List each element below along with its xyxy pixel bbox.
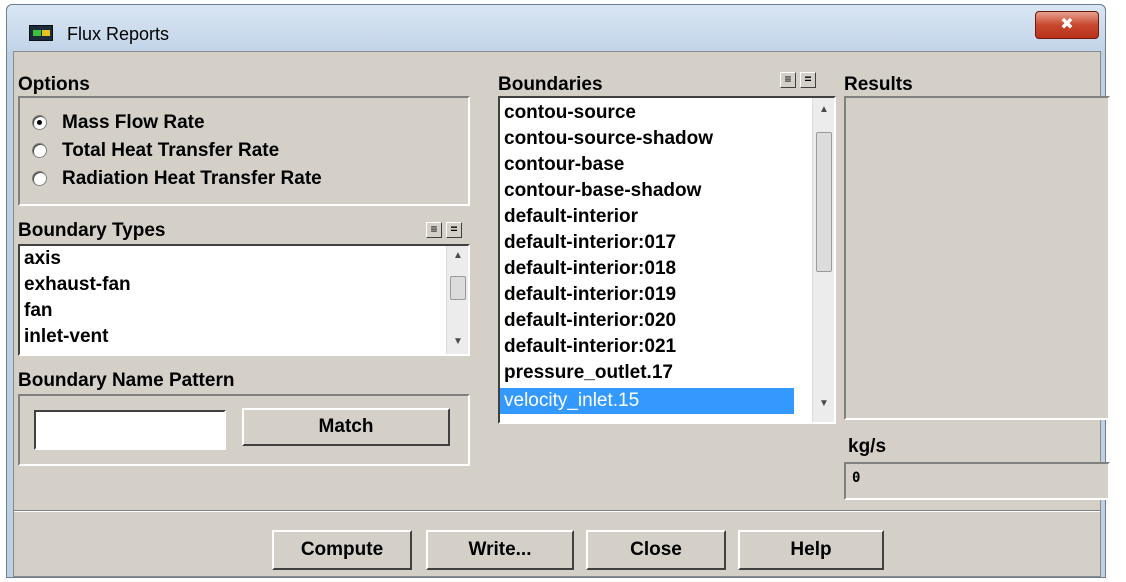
list-item[interactable]: contou-source bbox=[504, 100, 636, 126]
result-value-field: 0 bbox=[844, 462, 1110, 500]
compute-button[interactable]: Compute bbox=[272, 530, 412, 570]
window-title: Flux Reports bbox=[67, 24, 170, 44]
boundaries-scrollbar[interactable]: ▲ ▼ bbox=[812, 98, 834, 422]
scroll-up-arrow-icon[interactable]: ▲ bbox=[447, 250, 468, 261]
radio-label: Total Heat Transfer Rate bbox=[62, 140, 280, 161]
results-panel bbox=[844, 96, 1110, 420]
list-item[interactable]: axis bbox=[24, 246, 61, 272]
help-button[interactable]: Help bbox=[738, 530, 884, 570]
options-group: Mass Flow Rate Total Heat Transfer Rate … bbox=[18, 96, 470, 206]
pattern-group: Match bbox=[18, 394, 470, 466]
boundary-types-list[interactable]: axis exhaust-fan fan inlet-vent ▲ ▼ bbox=[18, 244, 470, 356]
radio-mass-flow-rate[interactable]: Mass Flow Rate bbox=[32, 112, 452, 136]
scroll-thumb[interactable] bbox=[450, 276, 466, 300]
boundary-types-scrollbar[interactable]: ▲ ▼ bbox=[446, 246, 468, 354]
list-item[interactable]: contour-base bbox=[504, 152, 624, 178]
list-item[interactable]: contou-source-shadow bbox=[504, 126, 713, 152]
list-item[interactable]: default-interior:019 bbox=[504, 282, 676, 308]
radio-label: Radiation Heat Transfer Rate bbox=[62, 168, 322, 189]
flux-reports-window: Flux Reports ✖ Options Mass Flow Rate To… bbox=[6, 4, 1110, 578]
write-button[interactable]: Write... bbox=[426, 530, 574, 570]
results-label: Results bbox=[844, 74, 913, 95]
list-item[interactable]: default-interior:021 bbox=[504, 334, 676, 360]
scroll-thumb[interactable] bbox=[816, 132, 832, 272]
list-item[interactable]: default-interior:020 bbox=[504, 308, 676, 334]
dialog-body: Options Mass Flow Rate Total Heat Transf… bbox=[13, 51, 1110, 577]
list-item[interactable]: pressure_outlet.17 bbox=[504, 360, 673, 386]
radio-button[interactable] bbox=[32, 143, 47, 158]
list-item[interactable]: exhaust-fan bbox=[24, 272, 131, 298]
scroll-down-arrow-icon[interactable]: ▼ bbox=[447, 336, 468, 347]
button-bar-divider bbox=[14, 510, 1100, 512]
title-bar[interactable]: Flux Reports ✖ bbox=[7, 5, 1105, 51]
app-icon bbox=[29, 25, 53, 41]
list-item[interactable]: default-interior:018 bbox=[504, 256, 676, 282]
boundaries-list[interactable]: contou-source contou-source-shadow conto… bbox=[498, 96, 836, 424]
select-all-types-button[interactable]: ≡ bbox=[426, 222, 442, 238]
options-label: Options bbox=[18, 74, 90, 95]
list-item[interactable]: default-interior bbox=[504, 204, 638, 230]
list-item-selected[interactable]: velocity_inlet.15 bbox=[500, 388, 794, 414]
radio-total-heat-transfer-rate[interactable]: Total Heat Transfer Rate bbox=[32, 140, 452, 164]
list-item[interactable]: fan bbox=[24, 298, 53, 324]
deselect-all-boundaries-button[interactable]: = bbox=[800, 72, 816, 88]
scroll-down-arrow-icon[interactable]: ▼ bbox=[813, 398, 834, 409]
boundary-types-label: Boundary Types bbox=[18, 220, 166, 241]
scroll-up-arrow-icon[interactable]: ▲ bbox=[813, 104, 834, 115]
radio-button[interactable] bbox=[32, 171, 47, 186]
radio-label: Mass Flow Rate bbox=[62, 112, 205, 133]
radio-radiation-heat-transfer-rate[interactable]: Radiation Heat Transfer Rate bbox=[32, 168, 452, 192]
select-all-boundaries-button[interactable]: ≡ bbox=[780, 72, 796, 88]
pattern-input[interactable] bbox=[34, 410, 226, 450]
boundary-name-pattern-label: Boundary Name Pattern bbox=[18, 370, 235, 391]
boundaries-label: Boundaries bbox=[498, 74, 603, 95]
close-window-button[interactable]: ✖ bbox=[1035, 11, 1099, 39]
radio-button[interactable] bbox=[32, 115, 47, 130]
close-button[interactable]: Close bbox=[586, 530, 726, 570]
units-label: kg/s bbox=[848, 436, 887, 457]
list-item[interactable]: inlet-vent bbox=[24, 324, 108, 350]
match-button[interactable]: Match bbox=[242, 408, 450, 446]
deselect-all-types-button[interactable]: = bbox=[446, 222, 462, 238]
list-item[interactable]: default-interior:017 bbox=[504, 230, 676, 256]
list-item[interactable]: contour-base-shadow bbox=[504, 178, 701, 204]
